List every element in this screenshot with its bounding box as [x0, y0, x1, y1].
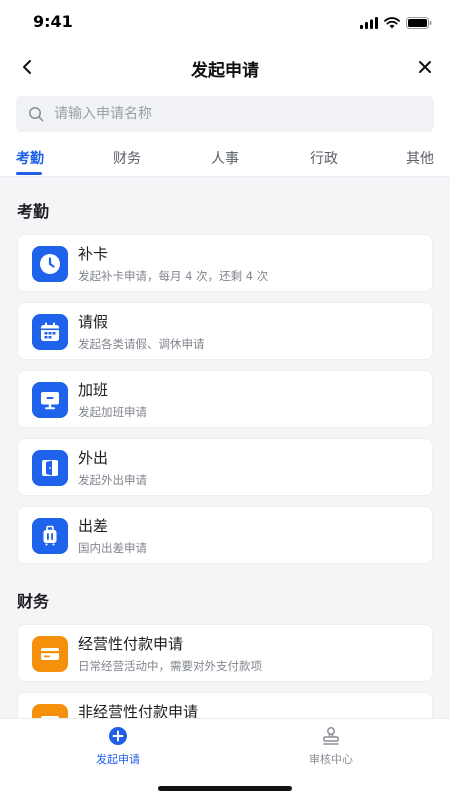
list-item-bukau[interactable]: 补卡 发起补卡申请，每月 4 次，还剩 4 次 — [17, 234, 433, 292]
section-title-attendance: 考勤 — [17, 202, 50, 221]
battery-icon — [406, 14, 432, 33]
calendar-icon — [32, 314, 68, 350]
tab-attendance[interactable]: 考勤 — [16, 148, 44, 168]
list-item-overtime[interactable]: 加班 发起加班申请 — [17, 370, 433, 428]
item-title: 经营性付款申请 — [78, 635, 184, 653]
list-item-goout[interactable]: 外出 发起外出申请 — [17, 438, 433, 496]
stamp-icon — [320, 725, 342, 747]
plus-circle-icon — [107, 725, 129, 747]
list-item-business-trip[interactable]: 出差 国内出差申请 — [17, 506, 433, 564]
card-icon — [32, 636, 68, 672]
list-item-operating-payment[interactable]: 经营性付款申请 日常经营活动中，需要对外支付款项 — [17, 624, 433, 682]
tab-admin[interactable]: 行政 — [310, 148, 338, 168]
status-icons — [360, 14, 432, 33]
tabbar-label: 发起申请 — [96, 753, 140, 766]
clock-icon — [32, 246, 68, 282]
item-desc: 发起各类请假、调休申请 — [78, 337, 205, 351]
list-item-leave[interactable]: 请假 发起各类请假、调休申请 — [17, 302, 433, 360]
suitcase-icon — [32, 518, 68, 554]
category-tabs: 考勤 财务 人事 行政 其他 — [0, 144, 450, 177]
signal-icon — [360, 14, 378, 33]
item-title: 外出 — [78, 449, 109, 467]
item-title: 出差 — [78, 517, 109, 535]
search-box[interactable] — [16, 96, 434, 132]
close-icon — [419, 61, 431, 73]
item-title: 补卡 — [78, 245, 109, 263]
page-title: 发起申请 — [191, 61, 259, 81]
status-time: 9:41 — [33, 12, 73, 31]
search-area — [0, 90, 450, 144]
tab-finance[interactable]: 财务 — [113, 148, 141, 168]
item-desc: 发起加班申请 — [78, 405, 147, 419]
search-icon — [28, 106, 44, 122]
item-title: 请假 — [78, 313, 109, 331]
item-desc: 国内出差申请 — [78, 541, 147, 555]
tab-other[interactable]: 其他 — [406, 148, 434, 168]
item-desc: 发起补卡申请，每月 4 次，还剩 4 次 — [78, 269, 269, 283]
active-tab-indicator — [16, 172, 42, 175]
tabbar-item-review[interactable]: 审核中心 — [271, 725, 391, 767]
search-input[interactable] — [52, 105, 416, 123]
wifi-icon — [384, 14, 400, 33]
monitor-icon — [32, 382, 68, 418]
tab-hr[interactable]: 人事 — [211, 148, 239, 168]
tabbar-item-apply[interactable]: 发起申请 — [58, 725, 178, 767]
door-exit-icon — [32, 450, 68, 486]
home-indicator — [158, 786, 292, 791]
tabbar-label: 审核中心 — [309, 753, 353, 766]
close-button[interactable] — [412, 54, 438, 80]
section-title-finance: 财务 — [17, 592, 50, 611]
item-desc: 日常经营活动中，需要对外支付款项 — [78, 659, 262, 673]
item-title: 加班 — [78, 381, 109, 399]
nav-bar: 发起申请 — [0, 44, 450, 90]
item-desc: 发起外出申请 — [78, 473, 147, 487]
status-bar: 9:41 — [0, 0, 450, 44]
